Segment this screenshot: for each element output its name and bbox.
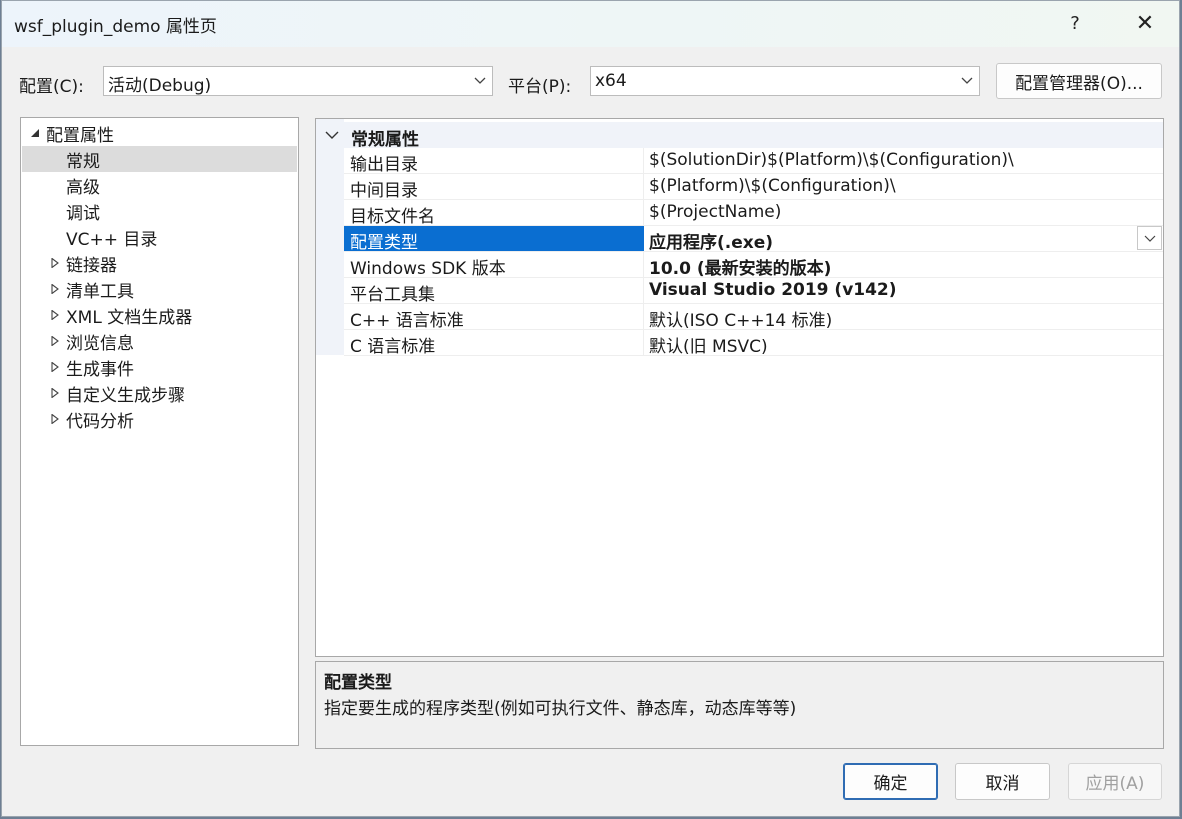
property-value: $(SolutionDir)$(Platform)\$(Configuratio… (649, 150, 1014, 170)
chevron-down-icon (1144, 235, 1156, 242)
tree-item-label: 浏览信息 (66, 333, 134, 354)
description-text: 指定要生成的程序类型(例如可执行文件、静态库，动态库等等) (324, 699, 797, 719)
property-grid: 常规属性 输出目录 $(SolutionDir)$(Platform)\$(Co… (315, 118, 1164, 657)
property-row-output-dir[interactable]: 输出目录 $(SolutionDir)$(Platform)\$(Configu… (344, 148, 1163, 175)
tree-item-linker[interactable]: 链接器 (22, 250, 297, 276)
tree-item-browse-info[interactable]: 浏览信息 (22, 328, 297, 354)
collapsed-triangle-icon (51, 414, 59, 424)
tree-item-label: 常规 (66, 151, 100, 172)
tree-item-build-events[interactable]: 生成事件 (22, 354, 297, 380)
tree-item-label: 自定义生成步骤 (66, 385, 185, 406)
tree-item-code-analysis[interactable]: 代码分析 (22, 406, 297, 432)
property-name: Windows SDK 版本 (350, 259, 506, 279)
chevron-down-icon (325, 131, 339, 139)
config-dropdown[interactable]: 活动(Debug) (103, 66, 493, 96)
tree-item-advanced[interactable]: 高级 (22, 172, 297, 198)
tree-item-general[interactable]: 常规 (22, 146, 297, 172)
config-label: 配置(C): (19, 77, 84, 97)
property-row-intermediate-dir[interactable]: 中间目录 $(Platform)\$(Configuration)\ (344, 174, 1163, 201)
tree-item-label: 代码分析 (66, 411, 134, 432)
property-row-configuration-type[interactable]: 配置类型 应用程序(.exe) (344, 226, 1163, 253)
help-icon: ? (1070, 12, 1080, 34)
property-value: Visual Studio 2019 (v142) (649, 280, 897, 300)
tree-item-label: 生成事件 (66, 359, 134, 380)
property-value: 默认(ISO C++14 标准) (649, 311, 833, 331)
property-value: $(ProjectName) (649, 202, 782, 222)
collapsed-triangle-icon (51, 388, 59, 398)
property-row-platform-toolset[interactable]: 平台工具集 Visual Studio 2019 (v142) (344, 278, 1163, 305)
close-button[interactable]: ✕ (1122, 6, 1168, 40)
property-value: $(Platform)\$(Configuration)\ (649, 176, 896, 196)
collapsed-triangle-icon (51, 258, 59, 268)
category-label: 常规属性 (351, 130, 419, 150)
property-dropdown-button[interactable] (1137, 226, 1162, 250)
property-name: 平台工具集 (350, 285, 435, 305)
property-name: C 语言标准 (350, 337, 436, 357)
tree-item-label: 配置属性 (46, 125, 114, 146)
tree-item-label: 高级 (66, 177, 100, 198)
property-tree: 配置属性 常规 高级 调试 VC++ 目录 链接器 清单工具 XML 文档生成器… (20, 117, 299, 746)
collapsed-triangle-icon (51, 310, 59, 320)
apply-button[interactable]: 应用(A) (1068, 763, 1162, 800)
description-panel: 配置类型 指定要生成的程序类型(例如可执行文件、静态库，动态库等等) (315, 661, 1164, 749)
property-pages-dialog: wsf_plugin_demo 属性页 ? ✕ 配置(C): 活动(Debug)… (1, 0, 1180, 817)
expanded-triangle-icon (31, 129, 39, 137)
property-row-cpp-standard[interactable]: C++ 语言标准 默认(ISO C++14 标准) (344, 304, 1163, 331)
property-name: 目标文件名 (350, 207, 435, 227)
close-icon: ✕ (1135, 10, 1155, 36)
chevron-down-icon (961, 77, 973, 84)
tree-item-debugging[interactable]: 调试 (22, 198, 297, 224)
tree-item-config-properties[interactable]: 配置属性 (22, 120, 297, 146)
property-row-c-standard[interactable]: C 语言标准 默认(旧 MSVC) (344, 330, 1163, 357)
chevron-down-icon (474, 77, 486, 84)
tree-item-label: 清单工具 (66, 281, 134, 302)
collapsed-triangle-icon (51, 336, 59, 346)
property-row-target-name[interactable]: 目标文件名 $(ProjectName) (344, 200, 1163, 227)
tree-item-label: XML 文档生成器 (66, 307, 193, 328)
window-title: wsf_plugin_demo 属性页 (14, 17, 217, 37)
tree-item-custom-build-step[interactable]: 自定义生成步骤 (22, 380, 297, 406)
cancel-button[interactable]: 取消 (955, 763, 1050, 800)
collapsed-triangle-icon (51, 362, 59, 372)
property-value: 应用程序(.exe) (649, 233, 774, 253)
property-value: 默认(旧 MSVC) (649, 337, 768, 357)
platform-label: 平台(P): (508, 77, 572, 97)
title-bar: wsf_plugin_demo 属性页 ? ✕ (2, 1, 1179, 47)
category-general-properties[interactable]: 常规属性 (316, 122, 1163, 150)
config-value: 活动(Debug) (108, 76, 212, 96)
ok-button[interactable]: 确定 (843, 763, 938, 800)
tree-item-xml-doc-generator[interactable]: XML 文档生成器 (22, 302, 297, 328)
tree-item-label: 链接器 (66, 255, 117, 276)
tree-item-label: 调试 (66, 203, 100, 224)
tree-item-manifest-tool[interactable]: 清单工具 (22, 276, 297, 302)
help-button[interactable]: ? (1052, 6, 1098, 40)
collapsed-triangle-icon (51, 284, 59, 294)
property-name: 输出目录 (350, 155, 418, 175)
property-name: C++ 语言标准 (350, 311, 464, 331)
property-row-windows-sdk[interactable]: Windows SDK 版本 10.0 (最新安装的版本) (344, 252, 1163, 279)
config-manager-button[interactable]: 配置管理器(O)... (996, 63, 1162, 99)
grid-margin (316, 119, 344, 355)
property-name: 中间目录 (350, 181, 418, 201)
tree-item-vc-directories[interactable]: VC++ 目录 (22, 224, 297, 250)
platform-dropdown[interactable]: x64 (590, 66, 980, 96)
tree-item-label: VC++ 目录 (66, 229, 158, 250)
property-value: 10.0 (最新安装的版本) (649, 259, 832, 279)
description-title: 配置类型 (324, 673, 392, 693)
property-name: 配置类型 (350, 233, 418, 253)
platform-value: x64 (595, 71, 627, 91)
